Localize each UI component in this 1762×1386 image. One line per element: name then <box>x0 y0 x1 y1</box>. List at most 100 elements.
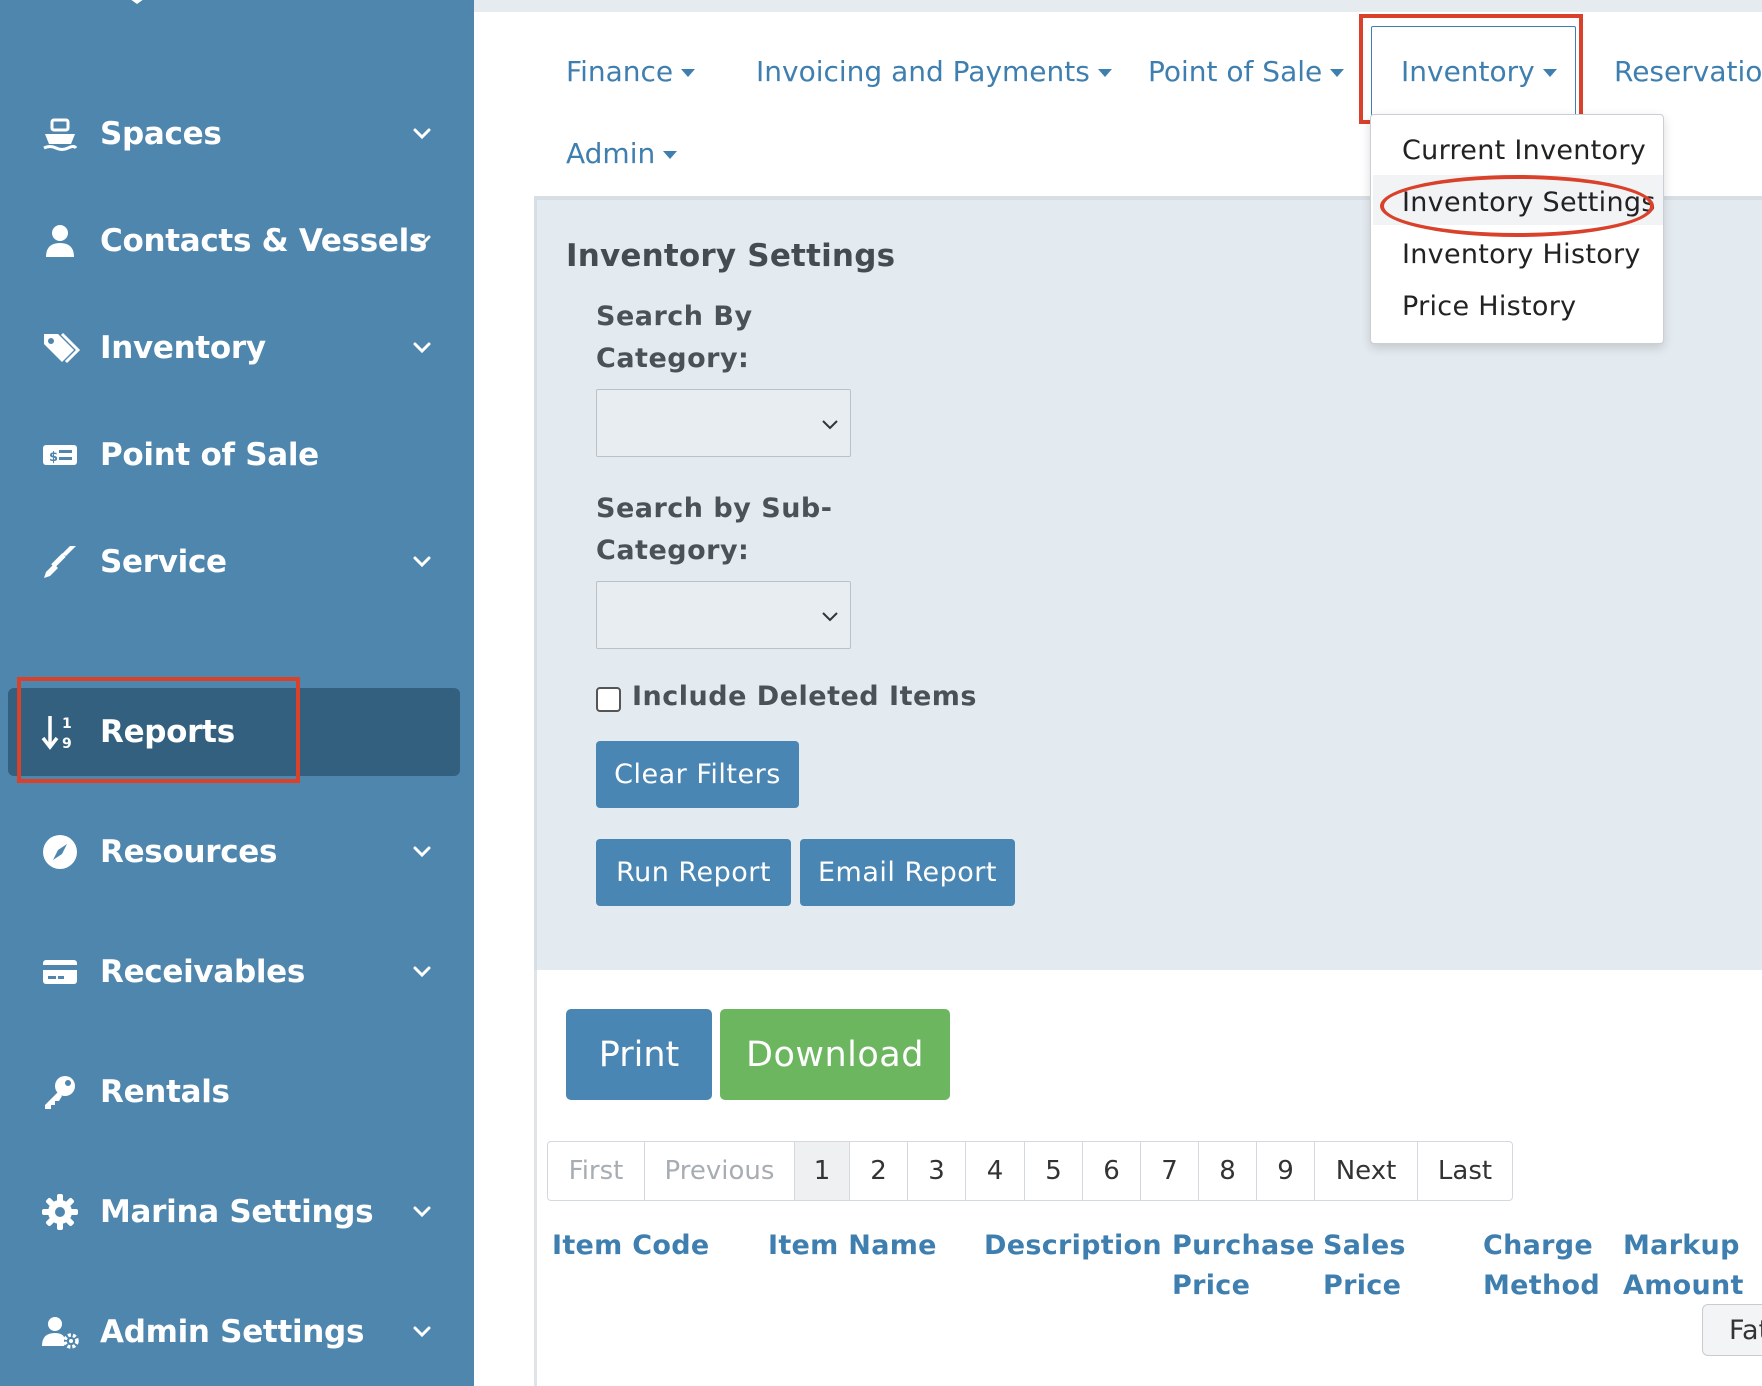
col-header-sales-price[interactable]: Sales Price <box>1323 1226 1406 1306</box>
highlight-box-inventory-nav <box>1359 14 1583 124</box>
pager-page-4[interactable]: 4 <box>966 1142 1025 1200</box>
pager-next[interactable]: Next <box>1315 1142 1418 1200</box>
col-header-charge-method[interactable]: Charge Method <box>1483 1226 1600 1306</box>
panel-title: Inventory Settings <box>566 238 896 274</box>
sidebar-item-label: Receivables <box>100 954 306 990</box>
pager-last[interactable]: Last <box>1418 1142 1512 1200</box>
partial-button-label: Fat <box>1729 1314 1762 1346</box>
nav-finance[interactable]: Finance <box>566 55 696 88</box>
category-label-line1: Search By <box>596 301 753 332</box>
nav-finance-label: Finance <box>566 55 674 88</box>
caret-down-icon <box>663 150 678 159</box>
pager-first[interactable]: First <box>548 1142 645 1200</box>
chevron-down-icon <box>822 612 838 622</box>
sidebar-item-contacts-vessels[interactable]: Contacts & Vessels <box>8 197 460 285</box>
include-deleted-checkbox[interactable] <box>596 687 621 712</box>
nav-admin[interactable]: Admin <box>566 137 678 170</box>
sidebar-item-resources[interactable]: Resources <box>8 808 460 896</box>
run-report-button[interactable]: Run Report <box>596 839 791 906</box>
sidebar-item-label: Spaces <box>100 116 222 152</box>
subcategory-select[interactable] <box>596 581 851 649</box>
col-header-description[interactable]: Description <box>984 1226 1162 1266</box>
highlight-box-reports <box>17 677 300 783</box>
col-header-purchase-price[interactable]: Purchase Price <box>1172 1226 1315 1306</box>
tags-icon <box>38 326 82 370</box>
menu-item-price-history[interactable]: Price History <box>1402 291 1576 322</box>
sidebar-item-inventory[interactable]: Inventory <box>8 304 460 392</box>
chevron-down-icon <box>413 846 431 858</box>
pagination: First Previous 1 2 3 4 5 6 7 8 9 Next La… <box>547 1141 1513 1201</box>
menu-item-inventory-history[interactable]: Inventory History <box>1402 239 1641 270</box>
chevron-down-icon <box>413 1326 431 1338</box>
sidebar-item-admin-settings[interactable]: Admin Settings <box>8 1288 460 1376</box>
category-select[interactable] <box>596 389 851 457</box>
sidebar-item-label: Resources <box>100 834 278 870</box>
pager-page-1[interactable]: 1 <box>795 1142 850 1200</box>
top-strip <box>474 0 1762 12</box>
subcategory-label-line2: Category: <box>596 535 750 566</box>
category-label-line2: Category: <box>596 343 750 374</box>
sidebar-item-point-of-sale[interactable]: $ Point of Sale <box>8 411 460 499</box>
sidebar-item-label: Marina Settings <box>100 1194 374 1230</box>
pager-page-2[interactable]: 2 <box>850 1142 908 1200</box>
sidebar-item-label: Admin Settings <box>100 1314 365 1350</box>
sidebar-item-service[interactable]: Service <box>8 518 460 606</box>
sidebar-item-marina-settings[interactable]: Marina Settings <box>8 1168 460 1256</box>
col-header-item-code[interactable]: Item Code <box>552 1226 710 1266</box>
logo-icon <box>131 0 143 4</box>
nav-invoicing-label: Invoicing and Payments <box>756 55 1090 88</box>
menu-item-current-inventory[interactable]: Current Inventory <box>1402 135 1646 166</box>
include-deleted-label: Include Deleted Items <box>632 681 977 712</box>
partial-button[interactable]: Fat <box>1702 1304 1762 1356</box>
chevron-down-icon <box>413 342 431 354</box>
sidebar: Spaces Contacts & Vessels Inventory $ Po… <box>0 0 474 1386</box>
chevron-down-icon <box>413 966 431 978</box>
credit-card-icon <box>38 950 82 994</box>
caret-down-icon <box>1330 68 1345 77</box>
nav-pos-label: Point of Sale <box>1148 55 1323 88</box>
ship-icon <box>38 112 82 156</box>
sidebar-item-label: Point of Sale <box>100 437 319 473</box>
email-report-button[interactable]: Email Report <box>800 839 1015 906</box>
cog-icon <box>38 1190 82 1234</box>
pager-previous[interactable]: Previous <box>645 1142 795 1200</box>
pager-page-9[interactable]: 9 <box>1257 1142 1315 1200</box>
nav-point-of-sale[interactable]: Point of Sale <box>1148 55 1345 88</box>
sidebar-item-receivables[interactable]: Receivables <box>8 928 460 1016</box>
compass-icon <box>38 830 82 874</box>
download-button[interactable]: Download <box>720 1009 950 1100</box>
money-bill-icon: $ <box>38 433 82 477</box>
highlight-ellipse-inventory-settings <box>1380 175 1654 237</box>
pager-page-7[interactable]: 7 <box>1141 1142 1199 1200</box>
chevron-down-icon <box>413 128 431 140</box>
col-header-item-name[interactable]: Item Name <box>768 1226 937 1266</box>
pager-page-3[interactable]: 3 <box>908 1142 966 1200</box>
caret-down-icon <box>1097 68 1112 77</box>
subcategory-label-line1: Search by Sub- <box>596 493 833 524</box>
col-header-markup-amount[interactable]: Markup Amount <box>1623 1226 1744 1306</box>
sidebar-item-label: Contacts & Vessels <box>100 223 428 259</box>
pager-page-6[interactable]: 6 <box>1083 1142 1141 1200</box>
nav-invoicing-payments[interactable]: Invoicing and Payments <box>756 55 1112 88</box>
content-divider <box>534 970 537 1386</box>
key-icon <box>38 1070 82 1114</box>
nav-reservation-label: Reservation <box>1614 55 1762 88</box>
sidebar-item-rentals[interactable]: Rentals <box>8 1048 460 1136</box>
sidebar-item-spaces[interactable]: Spaces <box>8 90 460 178</box>
chevron-down-icon <box>413 556 431 568</box>
chevron-down-icon <box>822 420 838 430</box>
svg-text:$: $ <box>49 450 58 465</box>
sidebar-item-label: Rentals <box>100 1074 230 1110</box>
pager-page-5[interactable]: 5 <box>1025 1142 1083 1200</box>
nav-admin-label: Admin <box>566 137 656 170</box>
nav-reservation[interactable]: Reservation <box>1614 55 1762 88</box>
user-cog-icon <box>38 1310 82 1354</box>
pager-page-8[interactable]: 8 <box>1199 1142 1257 1200</box>
clear-filters-button[interactable]: Clear Filters <box>596 741 799 808</box>
sidebar-item-label: Inventory <box>100 330 266 366</box>
user-icon <box>38 219 82 263</box>
sidebar-item-label: Service <box>100 544 227 580</box>
screwdriver-icon <box>38 540 82 584</box>
print-button[interactable]: Print <box>566 1009 712 1100</box>
chevron-down-icon <box>413 1206 431 1218</box>
